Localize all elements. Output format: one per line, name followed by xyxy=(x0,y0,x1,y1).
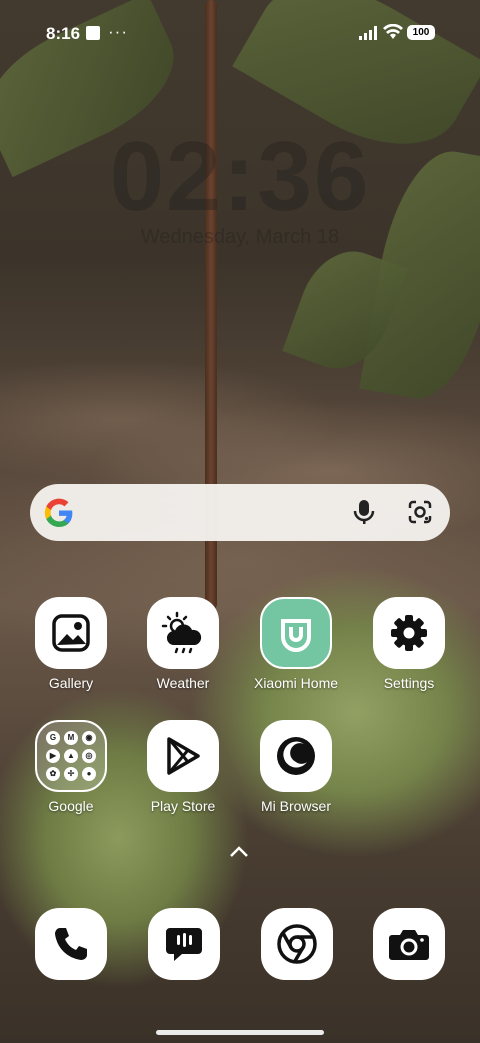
app-drawer-chevron-up-icon[interactable] xyxy=(229,842,249,863)
weather-icon[interactable] xyxy=(147,597,219,669)
notification-square-icon xyxy=(86,26,100,40)
gear-icon[interactable] xyxy=(373,597,445,669)
xiaomi-home-icon[interactable] xyxy=(260,597,332,669)
wifi-icon xyxy=(383,24,403,39)
google-search-bar[interactable] xyxy=(30,484,450,541)
date-display: Wednesday, March 18 xyxy=(140,226,340,248)
account-icon: ● xyxy=(82,767,96,781)
app-mi-browser[interactable]: Mi Browser xyxy=(241,720,351,814)
drive-icon: ▲ xyxy=(64,749,78,763)
google-logo-icon xyxy=(44,498,73,527)
dock-camera[interactable] xyxy=(373,908,445,980)
microphone-icon[interactable] xyxy=(352,498,376,526)
clock-display: 02:36 xyxy=(109,121,371,231)
app-weather[interactable]: Weather xyxy=(128,597,238,691)
gallery-icon[interactable] xyxy=(35,597,107,669)
google-icon: G xyxy=(46,731,60,745)
folder-icon[interactable]: G M ◉ ▶ ▲ ◎ ✿ ✢ ● xyxy=(35,720,107,792)
message-icon xyxy=(166,928,202,961)
app-label: Xiaomi Home xyxy=(253,675,339,691)
app-label: Mi Browser xyxy=(260,798,331,814)
dock-messages[interactable] xyxy=(148,908,220,980)
google-lens-icon[interactable] xyxy=(406,498,434,526)
photos-icon: ✿ xyxy=(46,767,60,781)
app-label: Gallery xyxy=(48,675,94,691)
dock-chrome[interactable] xyxy=(261,908,333,980)
app-label: Settings xyxy=(383,675,435,691)
chrome-icon xyxy=(277,924,317,964)
gesture-home-bar[interactable] xyxy=(156,1030,324,1035)
app-folder-google[interactable]: G M ◉ ▶ ▲ ◎ ✿ ✢ ● Google xyxy=(16,720,126,814)
app-gallery[interactable]: Gallery xyxy=(16,597,126,691)
play-store-icon[interactable] xyxy=(147,720,219,792)
home-screen: 8:16 ··· 100 02:36 Wednesday, March 18 G… xyxy=(0,0,480,1043)
cell-signal-icon xyxy=(359,26,377,40)
more-notifications-icon: ··· xyxy=(108,22,128,41)
status-time: 8:16 xyxy=(46,24,81,43)
dock-phone[interactable] xyxy=(35,908,107,980)
maps-icon: ◉ xyxy=(82,731,96,745)
camera-icon xyxy=(389,930,429,960)
pinwheel-icon: ✢ xyxy=(64,767,78,781)
app-xiaomi-home[interactable]: Xiaomi Home xyxy=(241,597,351,691)
app-settings[interactable]: Settings xyxy=(354,597,464,691)
battery-indicator: 100 xyxy=(407,25,435,40)
app-label: Weather xyxy=(156,675,210,691)
status-bar: 8:16 ··· 100 xyxy=(0,0,480,64)
app-label: Play Store xyxy=(150,798,216,814)
app-label: Google xyxy=(48,798,94,814)
phone-icon xyxy=(55,928,87,960)
youtube-icon: ▶ xyxy=(46,749,60,763)
app-play-store[interactable]: Play Store xyxy=(128,720,238,814)
music-icon: ◎ xyxy=(82,749,96,763)
gmail-icon: M xyxy=(64,731,78,745)
mi-browser-icon[interactable] xyxy=(260,720,332,792)
